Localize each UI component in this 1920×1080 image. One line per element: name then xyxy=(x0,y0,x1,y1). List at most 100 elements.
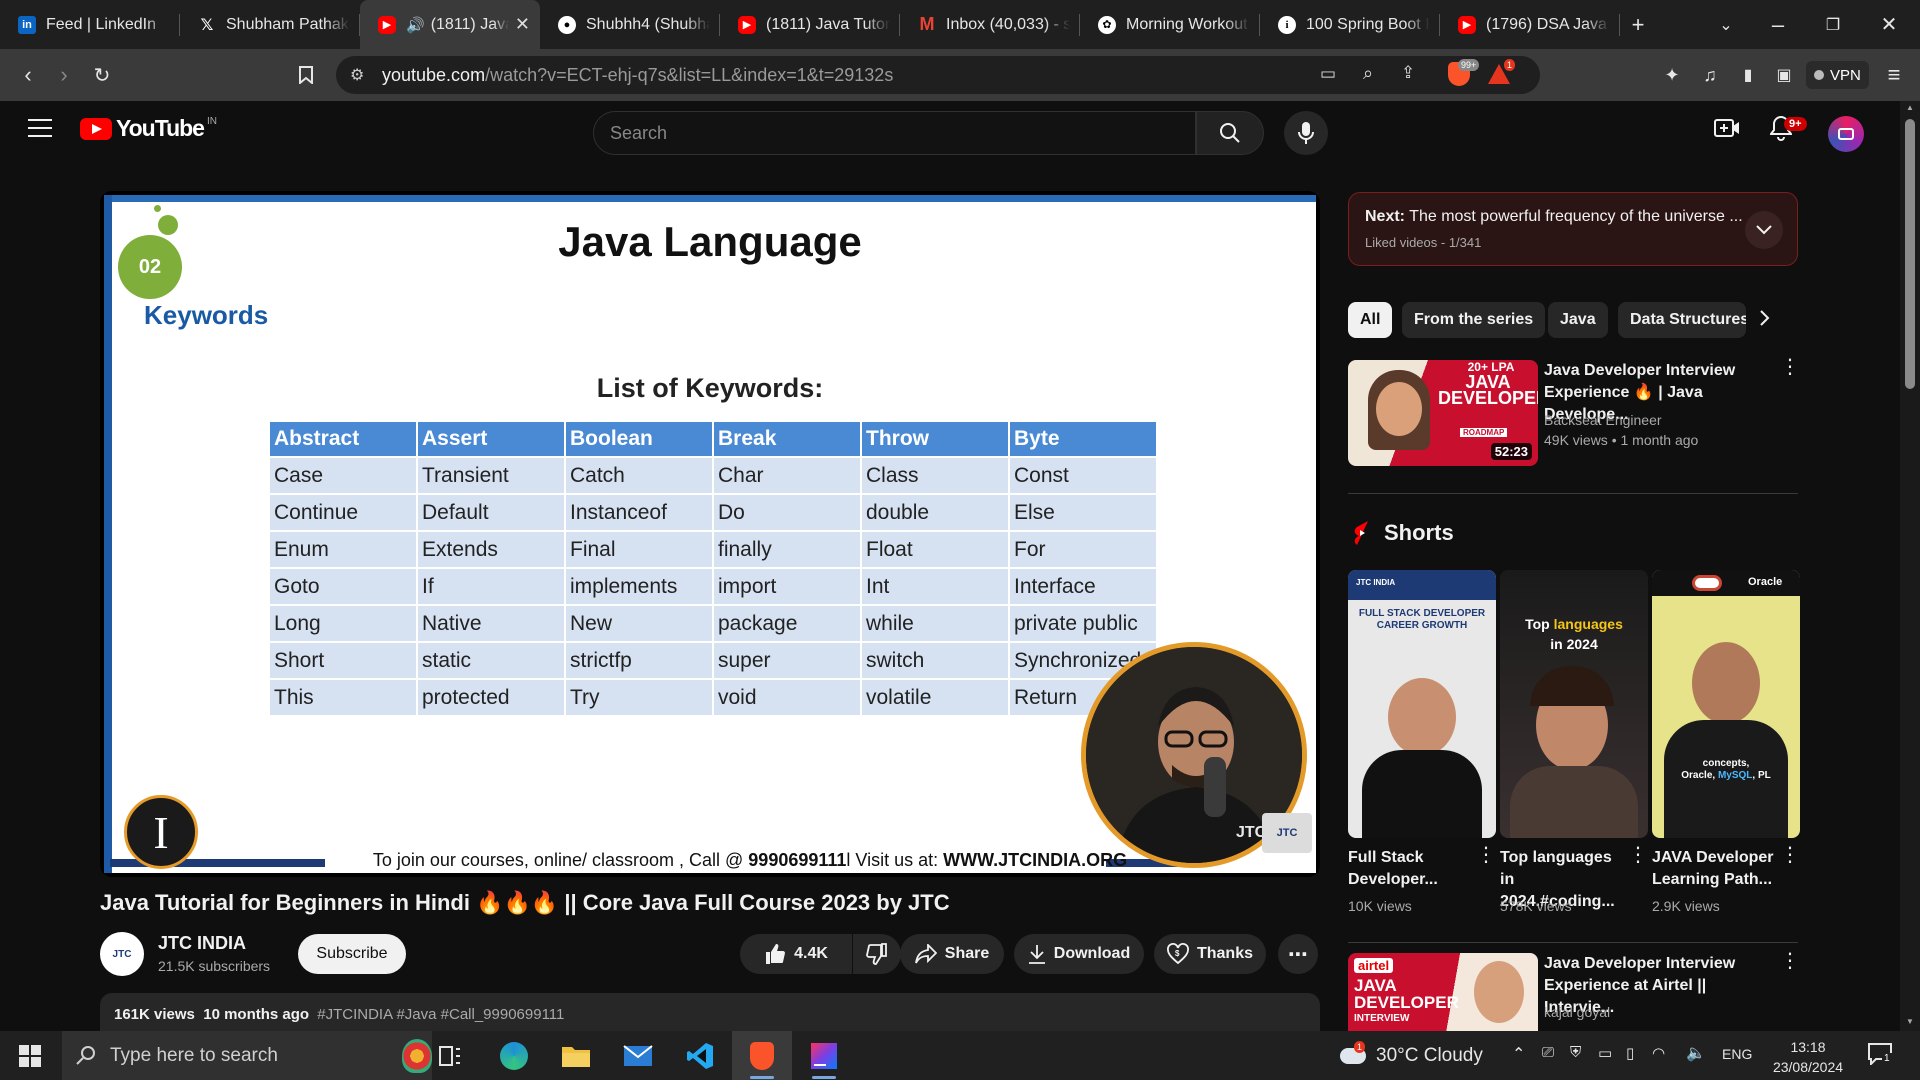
media-controls-icon[interactable]: ♫ xyxy=(1694,59,1726,91)
brave-app[interactable] xyxy=(732,1031,792,1080)
scroll-up-icon[interactable]: ▲ xyxy=(1906,103,1914,112)
short-thumbnail[interactable]: JTC INDIA FULL STACK DEVELOPER CAREER GR… xyxy=(1348,570,1496,838)
battery-icon[interactable]: ▯ xyxy=(1626,1044,1634,1062)
bookmark-icon[interactable] xyxy=(290,59,322,91)
close-tab-icon[interactable]: ✕ xyxy=(515,14,530,35)
browser-tab[interactable]: i 100 Spring Boot I xyxy=(1260,0,1440,49)
more-options-icon[interactable]: ⋮ xyxy=(1628,845,1648,865)
new-tab-button[interactable]: + xyxy=(1615,0,1661,49)
volume-icon[interactable]: 🔈 xyxy=(1686,1043,1706,1063)
browser-tab[interactable]: ✿ Morning Workout xyxy=(1080,0,1260,49)
more-options-icon[interactable]: ⋮ xyxy=(1780,845,1800,865)
wifi-icon[interactable]: ◠ xyxy=(1652,1044,1665,1062)
more-options-icon[interactable]: ⋮ xyxy=(1780,951,1800,971)
video-thumbnail[interactable]: 20+ LPA JAVA DEVELOPER ROADMAP 52:23 xyxy=(1348,360,1538,466)
playlist-next-card[interactable]: Next: The most powerful frequency of the… xyxy=(1348,192,1798,266)
youtube-logo[interactable]: YouTube IN xyxy=(80,115,217,142)
video-player[interactable]: 02 Java Language Keywords List of Keywor… xyxy=(100,191,1320,877)
expand-playlist-button[interactable] xyxy=(1745,211,1783,249)
display-icon[interactable]: ▭ xyxy=(1598,1044,1612,1062)
defender-icon[interactable]: ⛨ xyxy=(1570,1044,1581,1061)
more-actions-button[interactable]: ⋯ xyxy=(1278,934,1318,974)
extensions-icon[interactable]: ✦ xyxy=(1656,59,1688,91)
video-duration: 52:23 xyxy=(1490,443,1532,460)
short-thumbnail[interactable]: Top languages in 2024 xyxy=(1500,570,1648,838)
start-button[interactable] xyxy=(0,1031,60,1080)
share-button[interactable]: Share xyxy=(900,934,1004,974)
audio-playing-icon[interactable]: 🔊 xyxy=(406,16,425,34)
intellij-app[interactable] xyxy=(794,1031,854,1080)
short-title[interactable]: Full Stack Developer... xyxy=(1348,847,1476,891)
more-options-icon[interactable]: ⋮ xyxy=(1780,357,1800,377)
browser-tab[interactable]: in Feed | LinkedIn xyxy=(0,0,180,49)
browser-tab[interactable]: 𝕏 Shubham Pathak | xyxy=(180,0,360,49)
description-tags[interactable]: #JTCINDIA #Java #Call_9990699111 xyxy=(317,1006,564,1023)
search-input[interactable] xyxy=(610,112,1195,154)
browser-tab[interactable]: ▶ (1796) DSA Java F xyxy=(1440,0,1620,49)
create-video-icon[interactable] xyxy=(1714,117,1740,144)
browser-tab[interactable]: ● Shubhh4 (Shubham xyxy=(540,0,720,49)
restore-button[interactable]: ❐ xyxy=(1810,0,1856,49)
forward-button[interactable]: › xyxy=(48,59,80,91)
browser-tab-active[interactable]: ▶ 🔊 (1811) Java ✕ xyxy=(360,0,540,49)
scroll-down-icon[interactable]: ▼ xyxy=(1906,1017,1914,1026)
vscode-app[interactable] xyxy=(670,1031,730,1080)
like-button[interactable]: 4.4K xyxy=(740,934,852,974)
download-button[interactable]: Download xyxy=(1014,934,1144,974)
scrollbar-thumb[interactable] xyxy=(1905,119,1915,389)
channel-name[interactable]: JTC INDIA xyxy=(158,933,246,954)
more-options-icon[interactable]: ⋮ xyxy=(1476,845,1496,865)
subscribe-button[interactable]: Subscribe xyxy=(298,934,406,974)
chip-from-the-series[interactable]: From the series xyxy=(1402,302,1546,338)
taskbar-search-box[interactable]: Type here to search xyxy=(62,1031,432,1080)
guide-menu-icon[interactable] xyxy=(28,119,52,142)
short-thumbnail[interactable]: Oracle concepts, Oracle, MySQL, PL xyxy=(1652,570,1800,838)
action-center-button[interactable]: 1 xyxy=(1868,1043,1894,1067)
edge-app[interactable] xyxy=(484,1031,544,1080)
share-page-icon[interactable]: ⇪ xyxy=(1401,63,1415,83)
thanks-button[interactable]: $ Thanks xyxy=(1154,934,1266,974)
chip-java[interactable]: Java xyxy=(1548,302,1608,338)
sidebar-toggle-icon[interactable]: ▮ xyxy=(1732,59,1764,91)
meet-now-icon[interactable]: ⎚ xyxy=(1542,1044,1554,1061)
table-cell: Interface xyxy=(1010,569,1156,604)
zoom-icon[interactable]: ⌕ xyxy=(1363,63,1373,84)
browser-tab[interactable]: M Inbox (40,033) - s xyxy=(900,0,1080,49)
mail-app[interactable] xyxy=(608,1031,668,1080)
system-clock[interactable]: 13:18 23/08/2024 xyxy=(1758,1037,1858,1077)
page-scrollbar[interactable]: ▲ ▼ xyxy=(1900,101,1920,1031)
voice-search-button[interactable] xyxy=(1284,111,1328,155)
channel-avatar[interactable]: JTC xyxy=(100,932,144,976)
video-thumbnail[interactable]: airtel JAVA DEVELOPER INTERVIEW xyxy=(1348,953,1538,1031)
close-window-button[interactable]: ✕ xyxy=(1866,0,1912,49)
search-box[interactable] xyxy=(593,111,1196,155)
tab-search-chevron-icon[interactable]: ⌄ xyxy=(1703,0,1749,49)
short-title[interactable]: JAVA Developer Learning Path... xyxy=(1652,847,1780,891)
search-button[interactable] xyxy=(1196,111,1264,155)
wallet-icon[interactable]: ▣ xyxy=(1768,59,1800,91)
chips-next-button[interactable] xyxy=(1760,310,1770,331)
related-video-channel[interactable]: Backseat Engineer xyxy=(1544,412,1662,428)
minimize-button[interactable]: – xyxy=(1755,0,1801,49)
browser-tab[interactable]: ▶ (1811) Java Tutorial xyxy=(720,0,900,49)
url-text[interactable]: youtube.com/watch?v=ECT-ehj-q7s&list=LL&… xyxy=(382,65,893,86)
chip-data-structures[interactable]: Data Structures xyxy=(1618,302,1746,338)
vpn-button[interactable]: VPN xyxy=(1806,61,1869,89)
browser-menu-icon[interactable]: ≡ xyxy=(1878,59,1910,91)
cast-icon[interactable]: ▭ xyxy=(1320,64,1336,84)
chip-all[interactable]: All xyxy=(1348,302,1393,338)
address-bar[interactable]: ⚙ youtube.com/watch?v=ECT-ehj-q7s&list=L… xyxy=(336,56,1540,94)
account-avatar[interactable] xyxy=(1828,116,1864,152)
file-explorer-app[interactable] xyxy=(546,1031,606,1080)
related-video-channel[interactable]: kajal goyal xyxy=(1544,1004,1610,1020)
input-language[interactable]: ENG xyxy=(1722,1046,1752,1062)
section-divider xyxy=(1348,493,1798,494)
weather-widget[interactable]: 1 30°C Cloudy xyxy=(1340,1031,1483,1080)
site-settings-icon[interactable]: ⚙ xyxy=(350,65,364,85)
back-button[interactable]: ‹ xyxy=(12,59,44,91)
task-view-button[interactable] xyxy=(420,1031,480,1080)
dislike-button[interactable] xyxy=(853,934,901,974)
thumbnail-text: JAVA DEVELOPER xyxy=(1354,976,1459,1012)
show-hidden-icons-chevron-up-icon[interactable]: ⌃ xyxy=(1512,1044,1525,1064)
reload-button[interactable]: ↻ xyxy=(86,59,118,91)
